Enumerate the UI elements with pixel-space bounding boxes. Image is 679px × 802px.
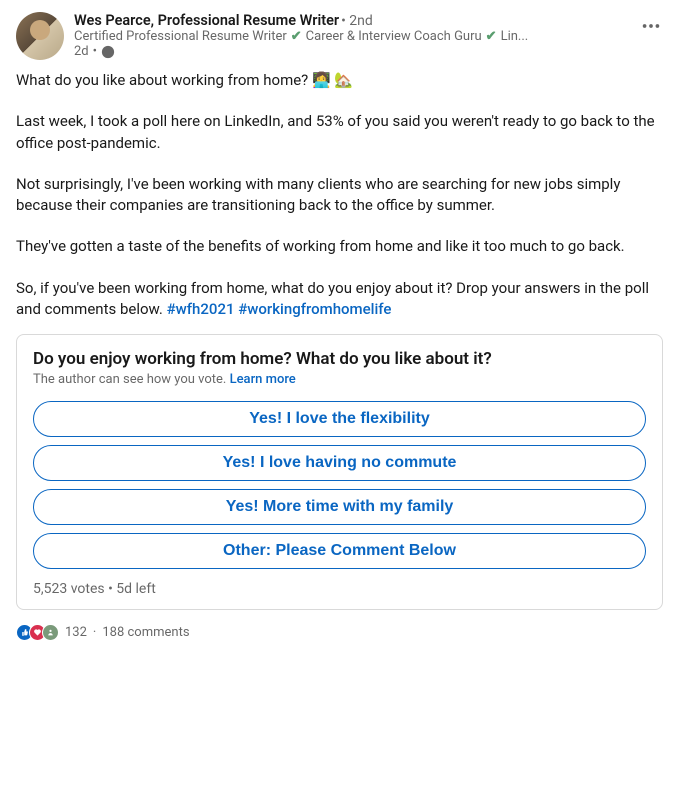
- author-name[interactable]: Wes Pearce, Professional Resume Writer: [74, 12, 339, 29]
- support-reaction-icon: [42, 624, 59, 641]
- poll-subtext: The author can see how you vote. Learn m…: [33, 372, 646, 387]
- reaction-icons[interactable]: [16, 624, 55, 641]
- checkmark-icon: ✔: [486, 29, 497, 44]
- poll-question: Do you enjoy working from home? What do …: [33, 349, 646, 369]
- poll-option[interactable]: Other: Please Comment Below: [33, 533, 646, 569]
- connection-degree: • 2nd: [341, 13, 373, 29]
- comments-count[interactable]: 188 comments: [102, 625, 189, 640]
- avatar[interactable]: [16, 12, 64, 60]
- poll-option[interactable]: Yes! More time with my family: [33, 489, 646, 525]
- poll-option[interactable]: Yes! I love the flexibility: [33, 401, 646, 437]
- meta-dot: •: [93, 44, 97, 59]
- poll-option[interactable]: Yes! I love having no commute: [33, 445, 646, 481]
- hashtag-link[interactable]: #workingfromhomelife: [238, 300, 391, 318]
- hashtag-link[interactable]: #wfh2021: [167, 300, 235, 318]
- learn-more-link[interactable]: Learn more: [230, 372, 296, 387]
- dots-icon: [640, 15, 662, 37]
- separator-dot: ·: [93, 625, 96, 640]
- emoji-group: 👩‍💻 🏡: [312, 71, 353, 89]
- more-options-button[interactable]: [635, 10, 667, 42]
- poll-card: Do you enjoy working from home? What do …: [16, 334, 663, 610]
- author-headline: Certified Professional Resume Writer ✔ C…: [74, 29, 614, 44]
- globe-icon: [101, 45, 115, 59]
- checkmark-icon: ✔: [291, 29, 302, 44]
- poll-stats: 5,523 votes • 5d left: [33, 581, 646, 597]
- reaction-count[interactable]: 132: [65, 625, 87, 640]
- post-content: What do you like about working from home…: [16, 70, 663, 320]
- post-time: 2d: [74, 44, 89, 59]
